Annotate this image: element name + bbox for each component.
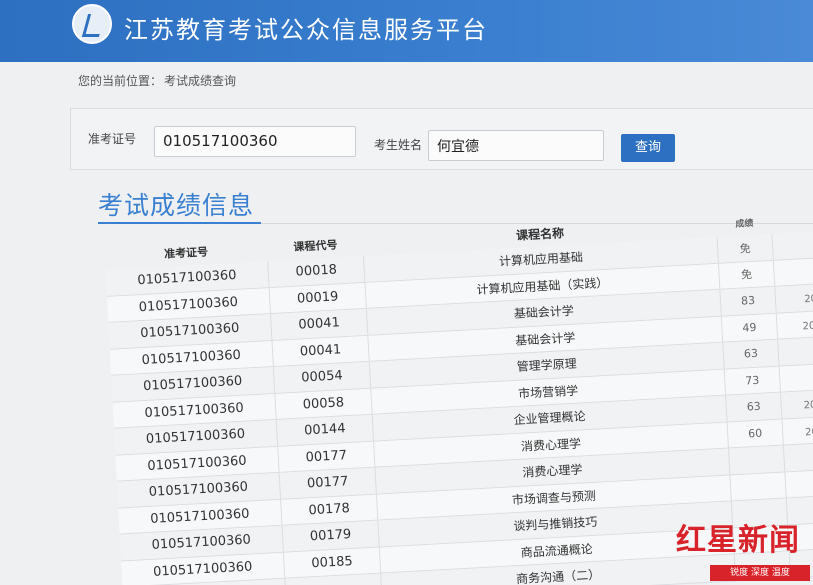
cell-course-code: 00178 bbox=[281, 494, 379, 525]
cell-score: 免 bbox=[717, 233, 774, 263]
cell-score bbox=[730, 471, 787, 501]
cell-score: 60 bbox=[727, 419, 784, 448]
cell-date: 2018年04 bbox=[803, 398, 813, 412]
cell-course-code: 00041 bbox=[271, 308, 369, 340]
cell-score: 73 bbox=[724, 366, 781, 395]
cell-date: 201 bbox=[778, 335, 813, 365]
header-score: 成绩 bbox=[735, 218, 754, 230]
header-date bbox=[771, 203, 813, 234]
query-button[interactable]: 查询 bbox=[621, 134, 675, 162]
cell-score: 63 bbox=[723, 339, 780, 369]
cell-date bbox=[772, 229, 813, 259]
watermark-slogan: 锐度 深度 温度 bbox=[710, 565, 810, 581]
cell-score: 免 bbox=[718, 260, 776, 289]
cell-score: 49 bbox=[721, 313, 779, 342]
cell-course-code: 00144 bbox=[276, 414, 375, 446]
breadcrumb-current: 考试成绩查询 bbox=[164, 74, 237, 88]
cell-date bbox=[774, 255, 813, 285]
cell-date: 2018年1 bbox=[802, 318, 813, 333]
cell-date: 2018年04 bbox=[804, 424, 813, 439]
cell-course-code: 00054 bbox=[273, 361, 372, 393]
candidate-name-input[interactable]: 何宜德 bbox=[428, 130, 604, 161]
cell-date: 2019年 bbox=[804, 292, 813, 306]
cell-date bbox=[785, 467, 813, 497]
watermark-badge: 红星新闻 锐度 深度 温度 bbox=[676, 515, 813, 585]
exam-id-label: 准考证号 bbox=[88, 132, 137, 146]
cell-date bbox=[784, 441, 813, 471]
cell-course-code: 00177 bbox=[279, 467, 377, 499]
cell-score: 83 bbox=[720, 286, 777, 316]
cell-score: 63 bbox=[726, 392, 783, 422]
cell-course-code: 00058 bbox=[275, 388, 373, 419]
section-title-underline bbox=[98, 222, 261, 224]
cell-course-code: 00041 bbox=[272, 335, 370, 366]
cell-course-code: 00185 bbox=[283, 547, 382, 578]
cell-course-code: 00179 bbox=[282, 520, 380, 552]
site-header: 江苏教育考试公众信息服务平台 bbox=[0, 0, 813, 62]
site-logo bbox=[72, 4, 112, 44]
cell-score bbox=[728, 445, 786, 474]
cell-course-code: 00177 bbox=[278, 441, 376, 472]
watermark-brand: 红星新闻 bbox=[676, 523, 800, 558]
breadcrumb-prefix: 您的当前位置： bbox=[78, 74, 163, 88]
cell-course-code: 00019 bbox=[269, 282, 367, 314]
section-title: 考试成绩信息 bbox=[98, 191, 255, 220]
candidate-name-label: 考生姓名 bbox=[374, 138, 423, 152]
site-title: 江苏教育考试公众信息服务平台 bbox=[124, 16, 488, 44]
cell-date: 2017 bbox=[780, 361, 813, 391]
cell-course-code: 00018 bbox=[268, 255, 366, 287]
exam-id-input[interactable]: 010517100360 bbox=[154, 126, 356, 157]
breadcrumb: 您的当前位置： 考试成绩查询 bbox=[78, 72, 238, 89]
